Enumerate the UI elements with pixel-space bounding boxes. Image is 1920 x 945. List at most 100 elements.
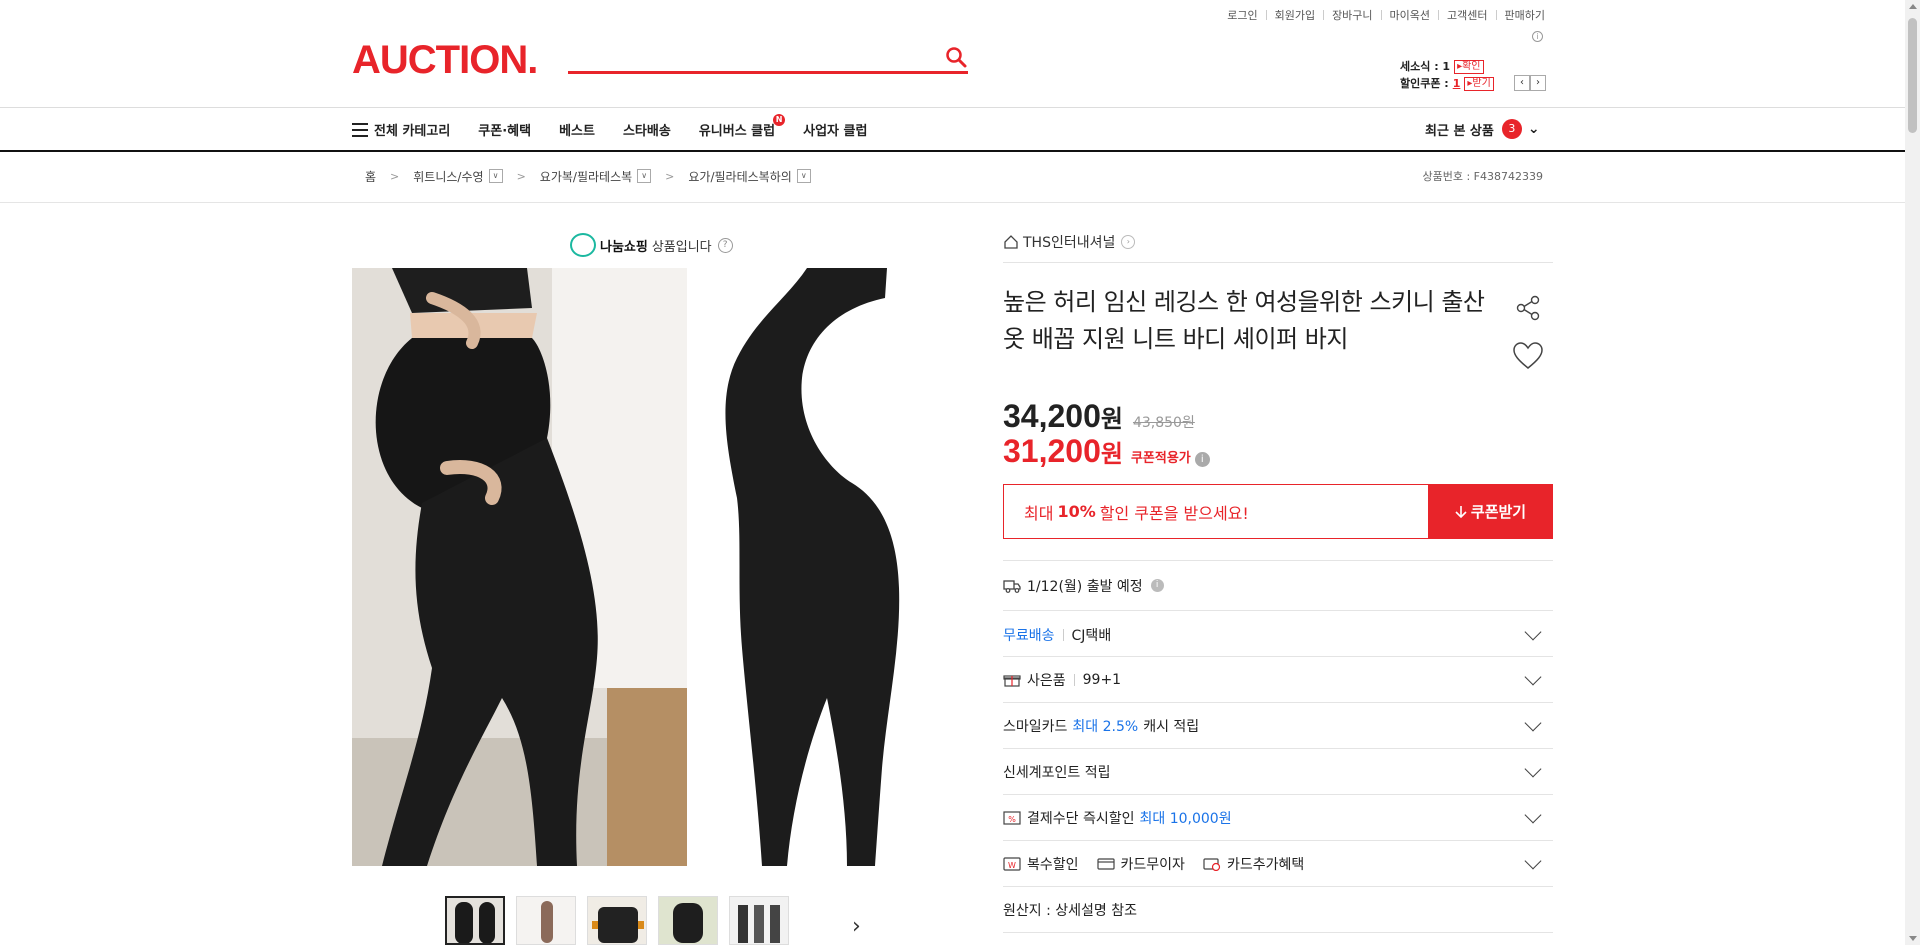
main-product-image[interactable] xyxy=(352,268,950,866)
sell-link[interactable]: 판매하기 xyxy=(1505,7,1545,23)
info-icon[interactable]: i xyxy=(1194,452,1210,467)
origin-text: 원산지 : 상세설명 참조 xyxy=(1003,902,1137,919)
sale-price-value: 34,200 xyxy=(1003,398,1101,434)
won-unit: 원 xyxy=(1100,405,1123,433)
utility-links: 로그인 회원가입 장바구니 마이옥션 고객센터 판매하기 xyxy=(1227,7,1545,23)
divider xyxy=(1062,628,1064,641)
thumbnail-1[interactable] xyxy=(445,896,505,945)
scroll-thumb[interactable] xyxy=(1908,18,1917,133)
next-arrow-icon[interactable]: › xyxy=(1530,75,1546,91)
payment-discount-max: 최대 10,000원 xyxy=(1139,810,1232,827)
info-icon[interactable]: i xyxy=(1150,579,1164,592)
breadcrumb-fitness[interactable]: 휘트니스/수영 xyxy=(413,168,483,185)
product-number: 상품번호 : F438742339 xyxy=(1422,170,1544,183)
won-unit: 원 xyxy=(1100,440,1123,468)
divider xyxy=(1495,10,1497,20)
new-badge: N xyxy=(773,113,786,126)
all-categories-button[interactable]: 전체 카테고리 xyxy=(352,120,450,139)
chevron-down-icon xyxy=(1524,668,1542,686)
thumbnail-4[interactable] xyxy=(658,896,718,945)
cart-link[interactable]: 장바구니 xyxy=(1332,7,1372,23)
prev-arrow-icon[interactable]: ‹ xyxy=(1514,75,1530,91)
info-icon[interactable]: i xyxy=(1532,31,1543,42)
smile-card-pre: 스마일카드 xyxy=(1003,718,1068,735)
card-benefits-row[interactable]: W 복수할인 카드무이자 카드추가혜택 xyxy=(1003,841,1553,886)
chevron-down-icon xyxy=(1524,806,1542,824)
smile-news-button[interactable]: ▸확인 xyxy=(1454,59,1484,74)
smile-card-row[interactable]: 스마일카드 최대 2.5% 캐시 적립 xyxy=(1003,703,1553,748)
thumbnail-5[interactable] xyxy=(729,896,789,945)
payment-discount-row[interactable]: % 결제수단 즉시할인 최대 10,000원 xyxy=(1003,795,1553,840)
discount-coupon-count[interactable]: 1 xyxy=(1453,75,1461,92)
nav-universe-club-label: 유니버스 클럽 xyxy=(698,123,776,139)
dropdown-icon[interactable]: ∨ xyxy=(796,169,811,183)
thumbnail-2[interactable] xyxy=(516,896,576,945)
recent-viewed-count: 3 xyxy=(1501,119,1522,139)
product-cutout-icon xyxy=(687,268,950,866)
thumbnail-3[interactable] xyxy=(587,896,647,945)
divider xyxy=(1003,262,1553,263)
nav-star-delivery[interactable]: 스타배송 xyxy=(623,120,671,139)
dropdown-icon[interactable]: ∨ xyxy=(488,169,503,183)
divider xyxy=(1438,10,1440,20)
share-icon[interactable] xyxy=(1514,294,1542,322)
dropdown-icon[interactable]: ∨ xyxy=(637,169,652,183)
multi-discount-label: 복수할인 xyxy=(1027,856,1079,873)
breadcrumb-yoga-wear[interactable]: 요가복/필라테스복 xyxy=(540,168,632,185)
payment-discount-icon: % xyxy=(1003,810,1021,825)
coupon-banner: 최대 10% 할인 쿠폰을 받으세요! xyxy=(1003,484,1429,539)
card-extra-icon xyxy=(1203,857,1221,871)
coupon-banner-pct: 10% xyxy=(1057,502,1096,521)
hamburger-icon xyxy=(352,122,368,137)
thumbnail-next-icon[interactable]: › xyxy=(852,914,861,939)
discount-coupon-label: 할인쿠폰 : xyxy=(1400,77,1449,90)
truck-icon xyxy=(1003,579,1021,593)
scroll-up-icon[interactable] xyxy=(1909,4,1917,9)
gift-row[interactable]: 사은품 99+1 xyxy=(1003,657,1553,702)
breadcrumb-yoga-bottoms[interactable]: 요가/필라테스복하의 xyxy=(688,168,791,185)
signup-link[interactable]: 회원가입 xyxy=(1275,7,1315,23)
scroll-down-icon[interactable] xyxy=(1909,936,1917,941)
svg-text:W: W xyxy=(1008,861,1016,870)
divider xyxy=(1003,932,1553,933)
auction-logo[interactable]: AUCTION. xyxy=(352,38,538,82)
help-icon[interactable]: ? xyxy=(717,237,733,253)
shinsegae-row[interactable]: 신세계포인트 적립 xyxy=(1003,749,1553,794)
search-icon[interactable] xyxy=(944,45,968,69)
gift-label: 사은품 xyxy=(1027,672,1066,689)
multi-discount-icon: W xyxy=(1003,856,1021,871)
nanum-shopping-badge: 나눔쇼핑 상품입니다 ? xyxy=(570,233,733,257)
heart-icon[interactable] xyxy=(1512,341,1544,371)
coupon-banner-pre: 최대 xyxy=(1024,503,1054,523)
search-input[interactable] xyxy=(570,44,930,68)
shipping-date-row: 1/12(월) 출발 예정 i xyxy=(1003,563,1553,608)
login-link[interactable]: 로그인 xyxy=(1227,7,1257,23)
home-store-icon xyxy=(1004,235,1018,249)
origin-row: 원산지 : 상세설명 참조 xyxy=(1003,887,1553,932)
get-coupon-button[interactable]: 쿠폰받기 xyxy=(1428,484,1553,539)
seller-name: THS인터내셔널 xyxy=(1023,235,1116,251)
delivery-row[interactable]: 무료배송 CJ택배 xyxy=(1003,612,1553,657)
coupon-price-label: 쿠폰적용가 xyxy=(1130,451,1191,466)
nav-business-club[interactable]: 사업자 클럽 xyxy=(803,120,867,139)
chevron-right-icon: > xyxy=(516,169,526,183)
my-auction-link[interactable]: 마이옥션 xyxy=(1390,7,1430,23)
smile-news-button-label: 확인 xyxy=(1462,60,1481,72)
nav-universe-club[interactable]: 유니버스 클럽 N xyxy=(698,113,786,139)
divider xyxy=(1380,10,1382,20)
customer-center-link[interactable]: 고객센터 xyxy=(1447,7,1487,23)
smile-news-label: 세소식 : 1 xyxy=(1400,60,1451,73)
page-scrollbar[interactable] xyxy=(1905,0,1920,945)
breadcrumb-home[interactable]: 홈 xyxy=(365,168,376,185)
chevron-down-icon xyxy=(1524,623,1542,641)
coupon-pager: ‹ › xyxy=(1514,75,1546,91)
nav-best[interactable]: 베스트 xyxy=(559,120,595,139)
discount-coupon-button[interactable]: ▸받기 xyxy=(1464,76,1494,91)
sale-price: 34,200 원 43,850원 xyxy=(1003,398,1195,435)
nav-coupon-benefit[interactable]: 쿠폰·혜택 xyxy=(478,120,531,139)
nav-border-bottom xyxy=(0,150,1905,152)
chevron-right-icon: > xyxy=(390,169,400,183)
recent-viewed-button[interactable]: 최근 본 상품 3 ⌄ xyxy=(1425,108,1540,150)
gift-icon xyxy=(1003,674,1021,687)
seller-link[interactable]: THS인터내셔널 › xyxy=(1003,232,1136,252)
